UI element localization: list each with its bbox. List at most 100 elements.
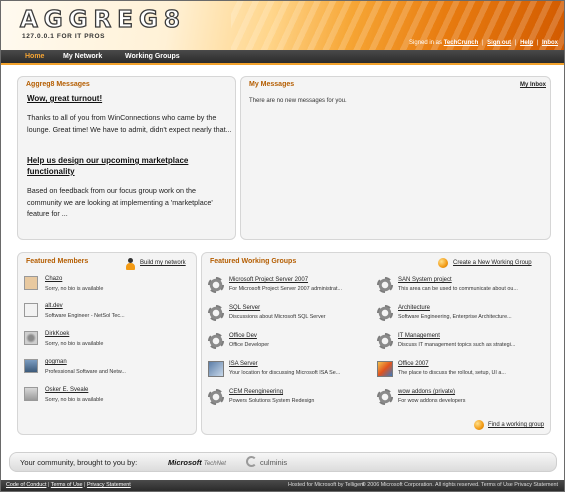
terms-of-use-link[interactable]: Terms of Use [51, 482, 83, 488]
hosted-text: Hosted for Microsoft by Telligent [288, 482, 365, 488]
message-title[interactable]: Help us design our upcoming marketplace … [27, 155, 232, 177]
avatar[interactable] [24, 359, 38, 373]
sign-out-link[interactable]: Sign out [487, 40, 511, 46]
copyright-text: © 2006 Microsoft Corporation. All rights… [361, 482, 558, 488]
office-icon [377, 361, 393, 377]
group-name[interactable]: Office 2007 [398, 361, 429, 367]
message-body: Thanks to all of you from WinConnections… [27, 113, 232, 134]
group-desc: Office Developer [229, 342, 270, 348]
create-group-link[interactable]: Create a New Working Group [453, 260, 532, 266]
separator: | [481, 40, 484, 46]
user-link[interactable]: TechCrunch [444, 40, 479, 46]
group-desc: Your location for discussing Microsoft I… [229, 370, 341, 376]
avatar[interactable] [24, 331, 38, 345]
my-messages-title: My Messages [249, 81, 295, 88]
featured-members-panel: Featured Members Build my network Chazo … [17, 252, 197, 435]
find-group-link[interactable]: Find a working group [488, 422, 544, 428]
member-name[interactable]: Osker E. Sveale [45, 387, 88, 393]
group-item[interactable]: ISA Server Your location for discussing … [208, 361, 368, 383]
nav-home[interactable]: Home [25, 53, 44, 60]
aggreg8-messages-title: Aggreg8 Messages [26, 81, 90, 88]
sponsor-bar: Your community, brought to you by: Micro… [9, 452, 557, 472]
featured-groups-panel: Featured Working Groups Create a New Wor… [201, 252, 551, 435]
separator: | [536, 40, 539, 46]
site-tagline: 127.0.0.1 FOR IT PROS [22, 33, 106, 40]
group-name[interactable]: wow addons (private) [398, 389, 455, 395]
site-logo[interactable]: AGGREG8 [19, 6, 186, 33]
help-link[interactable]: Help [520, 40, 533, 46]
avatar[interactable] [24, 303, 38, 317]
gear-icon [208, 277, 224, 293]
gear-icon [208, 333, 224, 349]
member-name[interactable]: gogman [45, 359, 67, 365]
featured-members-title: Featured Members [26, 258, 89, 265]
group-item[interactable]: Office Dev Office Developer [208, 333, 368, 355]
my-messages-panel: My Messages My Inbox There are no new me… [240, 76, 551, 240]
separator: | [514, 40, 517, 46]
nav-working-groups[interactable]: Working Groups [125, 53, 180, 60]
message-title[interactable]: Wow, great turnout! [27, 93, 232, 104]
site-header: AGGREG8 127.0.0.1 FOR IT PROS Signed in … [1, 1, 564, 50]
group-desc: This area can be used to communicate abo… [398, 286, 518, 292]
member-bio: Sorry, no bio is available [45, 341, 104, 347]
footer-links: Code of Conduct | Terms of Use | Privacy… [6, 482, 131, 488]
group-name[interactable]: SQL Server [229, 305, 260, 311]
message-item: Help us design our upcoming marketplace … [27, 155, 232, 220]
isa-server-icon [208, 361, 224, 377]
gear-icon [377, 305, 393, 321]
person-icon [125, 258, 136, 270]
group-name[interactable]: Office Dev [229, 333, 257, 339]
avatar[interactable] [24, 387, 38, 401]
gear-icon [377, 389, 393, 405]
microsoft-technet-logo[interactable]: Microsoft TechNet [168, 458, 226, 467]
group-item[interactable]: Office 2007 The place to discuss the rol… [377, 361, 537, 383]
main-nav: Home My Network Working Groups [1, 50, 564, 65]
group-item[interactable]: Microsoft Project Server 2007 For Micros… [208, 277, 368, 299]
gear-icon [377, 277, 393, 293]
member-bio: Sorry, no bio is available [45, 286, 104, 292]
user-links: Signed in as TechCrunch | Sign out | Hel… [409, 40, 558, 46]
build-network-link[interactable]: Build my network [140, 260, 186, 266]
group-desc: Powers Solutions System Redesign [229, 398, 315, 404]
technet-text: TechNet [203, 461, 226, 467]
member-bio: Software Engineer - NetSol Tec... [45, 313, 125, 319]
community-text: Your community, brought to you by: [20, 458, 138, 467]
group-name[interactable]: Architecture [398, 305, 430, 311]
inbox-link[interactable]: Inbox [542, 40, 558, 46]
group-name[interactable]: Microsoft Project Server 2007 [229, 277, 308, 283]
group-name[interactable]: IT Management [398, 333, 440, 339]
group-item[interactable]: SQL Server Discussions about Microsoft S… [208, 305, 368, 327]
group-item[interactable]: SAN System project This area can be used… [377, 277, 537, 299]
code-of-conduct-link[interactable]: Code of Conduct [6, 482, 46, 488]
group-item[interactable]: wow addons (private) For wow addons deve… [377, 389, 537, 411]
avatar[interactable] [24, 276, 38, 290]
group-name[interactable]: ISA Server [229, 361, 258, 367]
group-item[interactable]: IT Management Discuss IT management topi… [377, 333, 537, 355]
member-bio: Sorry, no bio is available [45, 397, 104, 403]
member-name[interactable]: Chazo [45, 276, 62, 282]
group-desc: For Microsoft Project Server 2007 admini… [229, 286, 342, 292]
featured-groups-title: Featured Working Groups [210, 258, 297, 265]
create-group-icon [438, 258, 448, 268]
no-messages-text: There are no new messages for you. [249, 98, 347, 104]
nav-my-network[interactable]: My Network [63, 53, 102, 60]
group-desc: For wow addons developers [398, 398, 466, 404]
microsoft-text: Microsoft [168, 458, 202, 467]
gear-icon [208, 389, 224, 405]
signed-in-label: Signed in as [409, 40, 443, 46]
message-body: Based on feedback from our focus group w… [27, 186, 213, 218]
group-name[interactable]: SAN System project [398, 277, 452, 283]
aggreg8-messages-panel: Aggreg8 Messages Wow, great turnout! Tha… [17, 76, 236, 240]
gear-icon [377, 333, 393, 349]
privacy-link[interactable]: Privacy Statement [87, 482, 131, 488]
group-item[interactable]: Architecture Software Engineering, Enter… [377, 305, 537, 327]
member-name[interactable]: alt.dev [45, 303, 63, 309]
culminis-logo[interactable]: culminis [260, 458, 287, 467]
member-name[interactable]: DirkKoek [45, 331, 69, 337]
group-item[interactable]: CEM Reengineering Powers Solutions Syste… [208, 389, 368, 411]
my-inbox-link[interactable]: My Inbox [520, 82, 546, 88]
member-bio: Professional Software and Netw... [45, 369, 126, 375]
group-desc: The place to discuss the rollout, setup,… [398, 370, 506, 376]
group-desc: Discuss IT management topics such as str… [398, 342, 516, 348]
group-name[interactable]: CEM Reengineering [229, 389, 283, 395]
